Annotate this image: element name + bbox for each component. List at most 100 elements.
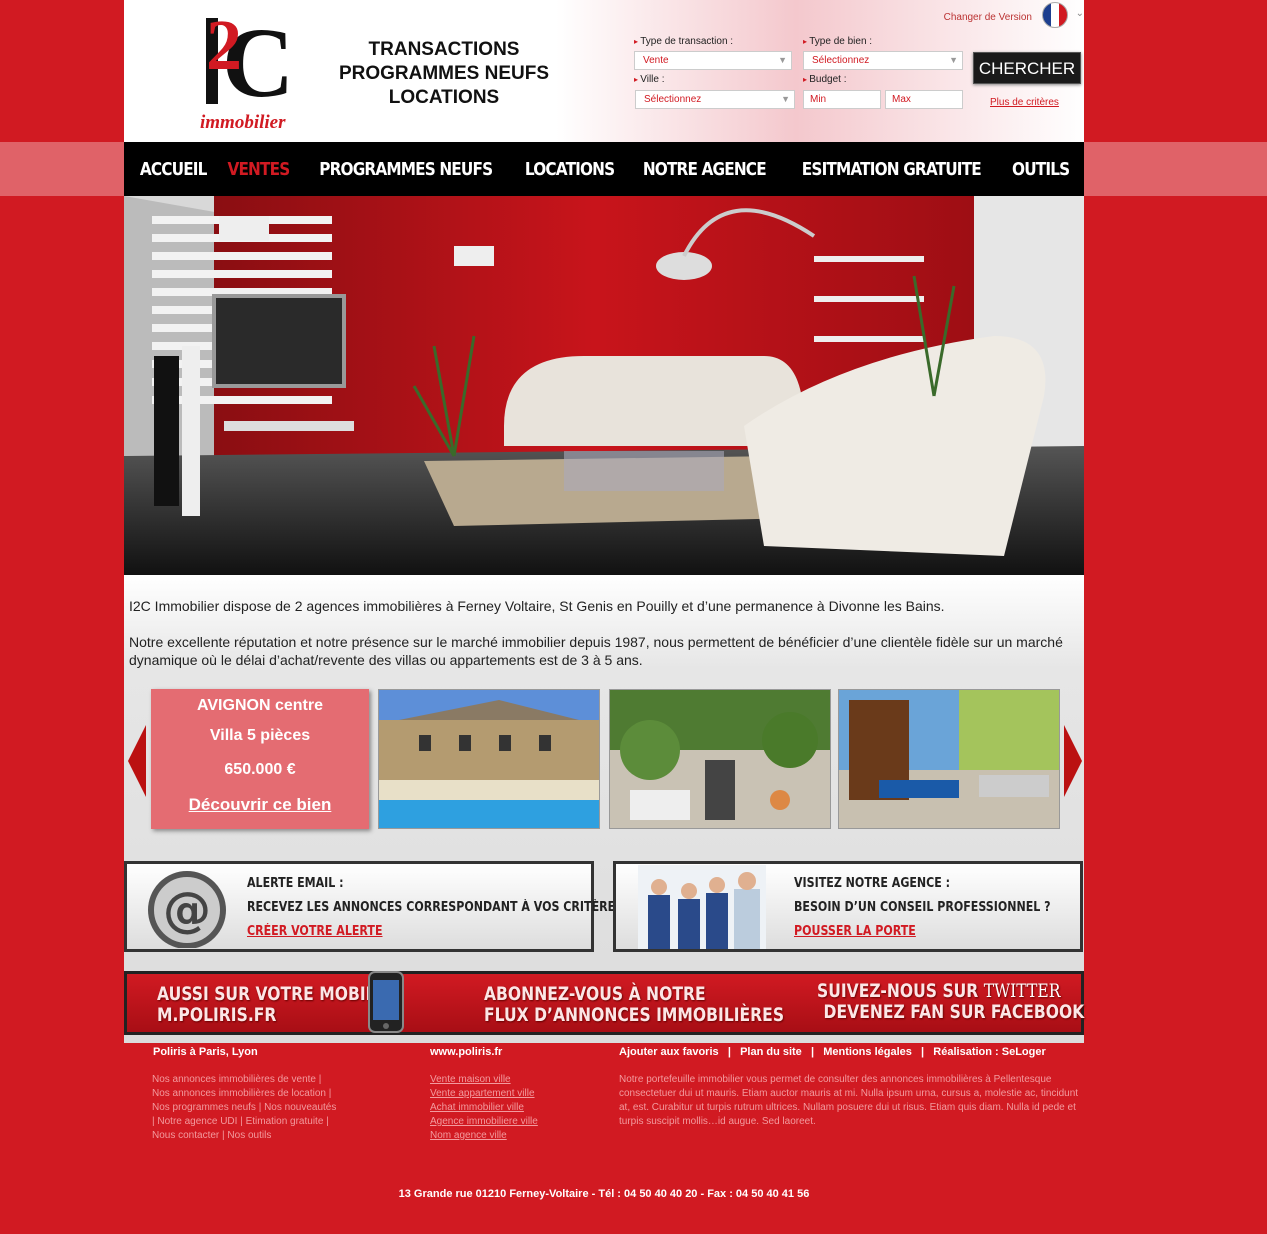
nav-item-accueil[interactable]: ACCUEIL bbox=[140, 159, 208, 180]
svg-text:@: @ bbox=[163, 882, 211, 938]
footer-separator: | bbox=[921, 1046, 925, 1058]
footer-nav-line[interactable]: Nous contacter | Nos outils bbox=[152, 1129, 372, 1143]
tagline: PROGRAMMES NEUFS bbox=[338, 63, 550, 84]
stone-house-pool-photo bbox=[379, 690, 599, 828]
more-criteria-link[interactable]: Plus de critères bbox=[990, 97, 1059, 108]
create-alert-link[interactable]: CRÉER VOTRE ALERTE bbox=[247, 924, 383, 939]
hero-image bbox=[124, 196, 1084, 575]
mobile-promo-line: M.POLIRIS.FR bbox=[157, 1004, 277, 1026]
footer-link[interactable]: Vente appartement ville bbox=[430, 1087, 600, 1101]
team-photo bbox=[638, 865, 766, 949]
rss-promo-line: FLUX D’ANNONCES IMMOBILIÈRES bbox=[484, 1004, 785, 1026]
footer-link[interactable]: Achat immobilier ville bbox=[430, 1101, 600, 1115]
footer-nav-line[interactable]: Nos annonces immobilières de location | bbox=[152, 1087, 372, 1101]
logo-number: 2 bbox=[206, 5, 242, 85]
at-sign-icon: @ bbox=[148, 871, 226, 948]
property-type-select-value: Sélectionnez bbox=[812, 55, 870, 66]
logo[interactable]: C 2 immobilier bbox=[198, 5, 298, 133]
property-thumbnail[interactable] bbox=[838, 689, 1060, 829]
property-type-select[interactable]: Sélectionnez ▼ bbox=[803, 51, 963, 70]
footer-address: 13 Grande rue 01210 Ferney-Voltaire - Té… bbox=[398, 1188, 810, 1200]
header: C 2 immobilier TRANSACTIONS PROGRAMMES N… bbox=[124, 0, 1084, 142]
feature-city: AVIGNON centre bbox=[197, 697, 323, 714]
living-room-photo bbox=[839, 690, 1059, 828]
slider-next-arrow-icon[interactable] bbox=[1064, 725, 1082, 797]
chevron-down-icon[interactable]: ⌄ bbox=[1076, 8, 1084, 19]
twitter-promo-line: SUIVEZ-NOUS SUR TWITTER bbox=[817, 981, 1084, 1002]
social-promo[interactable]: SUIVEZ-NOUS SUR TWITTER DEVENEZ FAN SUR … bbox=[817, 981, 1084, 1023]
agency-title: VISITEZ NOTRE AGENCE : bbox=[794, 876, 951, 891]
search-button[interactable]: CHERCHER bbox=[973, 52, 1081, 84]
city-select-value: Sélectionnez bbox=[644, 94, 702, 105]
footer-col2-title[interactable]: www.poliris.fr bbox=[430, 1046, 502, 1058]
footer-col1-title: Poliris à Paris, Lyon bbox=[153, 1046, 258, 1058]
property-slider: AVIGNON centre Villa 5 pièces 650.000 € … bbox=[124, 687, 1084, 832]
footer-description: Notre portefeuille immobilier vous perme… bbox=[619, 1074, 1079, 1127]
main-content: I2C Immobilier dispose de 2 agences immo… bbox=[124, 575, 1084, 1043]
tagline: TRANSACTIONS bbox=[368, 39, 520, 60]
legal-link[interactable]: Mentions légales bbox=[823, 1046, 912, 1058]
living-room-illustration bbox=[124, 196, 1084, 575]
city-select[interactable]: Sélectionnez ▼ bbox=[635, 90, 795, 109]
footer-nav-line[interactable]: Nos annonces immobilières de vente | bbox=[152, 1073, 372, 1087]
visit-agency-box: VISITEZ NOTRE AGENCE : BESOIN D’UN CONSE… bbox=[613, 861, 1083, 952]
footer-link[interactable]: Agence immobiliere ville bbox=[430, 1115, 600, 1129]
smartphone-icon bbox=[368, 971, 404, 1033]
agency-text: BESOIN D’UN CONSEIL PROFESSIONNEL ? bbox=[794, 900, 1051, 915]
property-thumbnail[interactable] bbox=[609, 689, 831, 829]
rss-feed-promo[interactable]: ABONNEZ-VOUS À NOTRE FLUX D’ANNONCES IMM… bbox=[484, 984, 784, 1026]
french-flag-icon[interactable] bbox=[1042, 2, 1068, 28]
feature-price: 650.000 € bbox=[224, 761, 296, 778]
nav-item-estimation[interactable]: ESITMATION GRATUITE bbox=[802, 159, 982, 180]
rss-promo-line: ABONNEZ-VOUS À NOTRE bbox=[484, 983, 706, 1005]
alert-title: ALERTE EMAIL : bbox=[247, 876, 344, 891]
tagline: LOCATIONS bbox=[388, 87, 500, 108]
property-thumbnail[interactable] bbox=[378, 689, 600, 829]
twitter-word: TWITTER bbox=[983, 980, 1061, 1002]
footer-link[interactable]: Vente maison ville bbox=[430, 1073, 600, 1087]
logo-subtitle: immobilier bbox=[200, 112, 286, 133]
push-door-link[interactable]: POUSSER LA PORTE bbox=[794, 924, 916, 939]
transaction-label: Type de transaction : bbox=[634, 36, 733, 47]
intro-text: I2C Immobilier dispose de 2 agences immo… bbox=[129, 597, 1084, 687]
credits-link[interactable]: Réalisation : SeLoger bbox=[933, 1046, 1045, 1058]
change-version-link[interactable]: Changer de Version bbox=[944, 12, 1032, 23]
nav-item-notre-agence[interactable]: NOTRE AGENCE bbox=[643, 159, 767, 180]
footer: Poliris à Paris, Lyon Nos annonces immob… bbox=[124, 1043, 1084, 1234]
page-container: C 2 immobilier TRANSACTIONS PROGRAMMES N… bbox=[124, 0, 1084, 142]
feature-type: Villa 5 pièces bbox=[209, 727, 311, 744]
email-alert-box: @ ALERTE EMAIL : RECEVEZ LES ANNONCES CO… bbox=[124, 861, 623, 952]
transaction-select-value: Vente bbox=[643, 55, 669, 66]
intro-paragraph: I2C Immobilier dispose de 2 agences immo… bbox=[129, 598, 945, 614]
budget-max-input[interactable]: Max bbox=[885, 90, 963, 109]
nav-item-ventes[interactable]: VENTES bbox=[227, 159, 290, 180]
slider-prev-arrow-icon[interactable] bbox=[128, 725, 146, 797]
budget-min-input[interactable]: Min bbox=[803, 90, 881, 109]
intro-paragraph: Notre excellente réputation et notre pré… bbox=[129, 634, 1063, 668]
sitemap-link[interactable]: Plan du site bbox=[740, 1046, 802, 1058]
footer-nav-line[interactable]: Nos programmes neufs | Nos nouveautés bbox=[152, 1101, 372, 1115]
discover-property-link[interactable]: Découvrir ce bien bbox=[151, 795, 369, 815]
footer-nav-line[interactable]: | Notre agence UDI | Etimation gratuite … bbox=[152, 1115, 372, 1129]
twitter-prefix: SUIVEZ-NOUS SUR bbox=[817, 980, 984, 1002]
nav-item-programmes-neufs[interactable]: PROGRAMMES NEUFS bbox=[320, 159, 494, 180]
footer-col1: Nos annonces immobilières de vente | Nos… bbox=[152, 1073, 372, 1143]
facebook-promo-line: DEVENEZ FAN SUR FACEBOOK bbox=[823, 1001, 1085, 1023]
main-nav: ACCUEIL VENTES PROGRAMMES NEUFS LOCATION… bbox=[124, 142, 1084, 196]
ivy-house-photo bbox=[610, 690, 830, 828]
mobile-promo[interactable]: AUSSI SUR VOTRE MOBILE M.POLIRIS.FR bbox=[157, 984, 386, 1026]
taglines: TRANSACTIONS PROGRAMMES NEUFS LOCATIONS bbox=[324, 38, 564, 110]
footer-links: Ajouter aux favoris | Plan du site | Men… bbox=[619, 1046, 1046, 1058]
dropdown-arrow-icon: ▼ bbox=[781, 94, 790, 104]
property-type-label: Type de bien : bbox=[803, 36, 872, 47]
promo-banner: AUSSI SUR VOTRE MOBILE M.POLIRIS.FR ABON… bbox=[124, 971, 1084, 1035]
nav-item-outils[interactable]: OUTILS bbox=[1012, 159, 1070, 180]
featured-property-card[interactable]: AVIGNON centre Villa 5 pièces 650.000 € … bbox=[151, 689, 369, 829]
footer-link[interactable]: Nom agence ville bbox=[430, 1129, 600, 1143]
transaction-select[interactable]: Vente ▼ bbox=[634, 51, 792, 70]
footer-col2: Vente maison ville Vente appartement vil… bbox=[430, 1073, 600, 1143]
add-favorites-link[interactable]: Ajouter aux favoris bbox=[619, 1046, 719, 1058]
budget-label: Budget : bbox=[803, 74, 846, 85]
nav-item-locations[interactable]: LOCATIONS bbox=[525, 159, 615, 180]
city-label: Ville : bbox=[634, 74, 664, 85]
